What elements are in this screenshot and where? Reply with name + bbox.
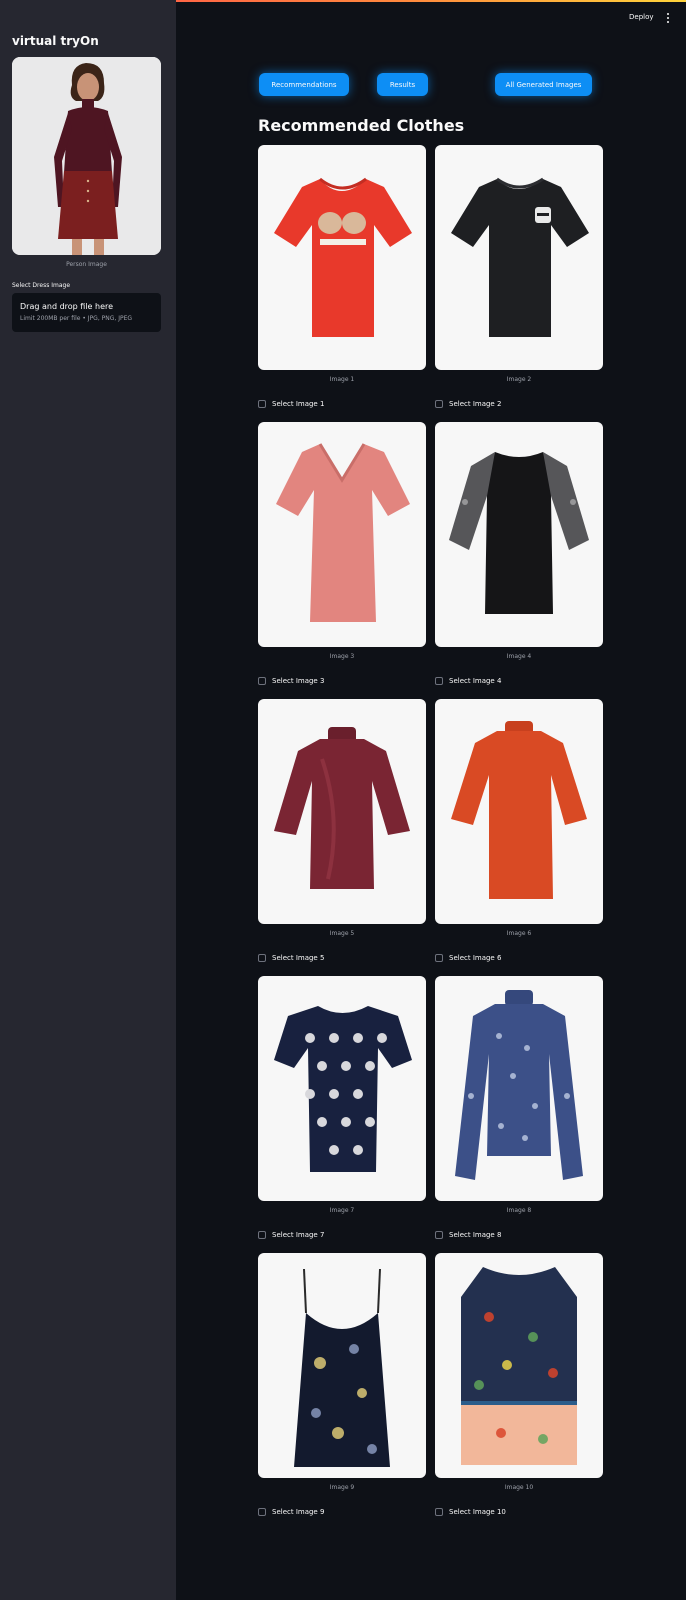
checkbox-box[interactable] [435, 677, 443, 685]
clothing-image-4 [435, 422, 603, 647]
image-caption-1: Image 1 [329, 376, 355, 383]
clothing-image-5 [258, 699, 426, 924]
all-generated-images-button[interactable]: All Generated Images [495, 73, 592, 96]
select-image-6-checkbox[interactable]: Select Image 6 [435, 954, 501, 962]
checkbox-label: Select Image 7 [272, 1231, 325, 1239]
checkbox-label: Select Image 2 [449, 400, 502, 408]
clothing-image-6 [435, 699, 603, 924]
image-caption-6: Image 6 [506, 930, 532, 937]
image-caption-8: Image 8 [506, 1207, 532, 1214]
app-title: virtual tryOn [12, 34, 99, 48]
checkbox-box[interactable] [258, 954, 266, 962]
checkbox-box[interactable] [258, 400, 266, 408]
image-caption-10: Image 10 [504, 1484, 534, 1491]
select-image-1-checkbox[interactable]: Select Image 1 [258, 400, 324, 408]
uploader-title: Drag and drop file here [20, 302, 114, 311]
image-caption-7: Image 7 [329, 1207, 355, 1214]
image-caption-4: Image 4 [506, 653, 532, 660]
checkbox-box[interactable] [258, 1508, 266, 1516]
select-image-2-checkbox[interactable]: Select Image 2 [435, 400, 501, 408]
checkbox-label: Select Image 6 [449, 954, 502, 962]
checkbox-box[interactable] [435, 1508, 443, 1516]
clothing-image-8 [435, 976, 603, 1201]
checkbox-box[interactable] [435, 954, 443, 962]
checkbox-box[interactable] [258, 677, 266, 685]
select-image-8-checkbox[interactable]: Select Image 8 [435, 1231, 501, 1239]
select-image-9-checkbox[interactable]: Select Image 9 [258, 1508, 324, 1516]
select-image-3-checkbox[interactable]: Select Image 3 [258, 677, 324, 685]
select-image-4-checkbox[interactable]: Select Image 4 [435, 677, 501, 685]
checkbox-box[interactable] [258, 1231, 266, 1239]
clothing-image-2 [435, 145, 603, 370]
checkbox-label: Select Image 1 [272, 400, 325, 408]
kebab-menu-icon[interactable] [665, 12, 671, 24]
select-image-7-checkbox[interactable]: Select Image 7 [258, 1231, 324, 1239]
uploader-limit: Limit 200MB per file • JPG, PNG, JPEG [20, 315, 133, 322]
image-caption-2: Image 2 [506, 376, 532, 383]
checkbox-label: Select Image 3 [272, 677, 325, 685]
select-image-5-checkbox[interactable]: Select Image 5 [258, 954, 324, 962]
file-uploader-dropzone[interactable]: Drag and drop file here Limit 200MB per … [12, 293, 161, 332]
clothing-image-3 [258, 422, 426, 647]
recommendations-button[interactable]: Recommendations [259, 73, 349, 96]
checkbox-label: Select Image 5 [272, 954, 325, 962]
checkbox-label: Select Image 4 [449, 677, 502, 685]
checkbox-label: Select Image 10 [449, 1508, 506, 1516]
image-caption-3: Image 3 [329, 653, 355, 660]
select-dress-label: Select Dress Image [12, 282, 71, 289]
checkbox-label: Select Image 8 [449, 1231, 502, 1239]
clothing-image-10 [435, 1253, 603, 1478]
person-image [12, 57, 161, 255]
checkbox-box[interactable] [435, 400, 443, 408]
clothing-image-7 [258, 976, 426, 1201]
clothing-image-9 [258, 1253, 426, 1478]
image-caption-9: Image 9 [329, 1484, 355, 1491]
sidebar: virtual tryOn Person Image Select Dress … [0, 0, 176, 1600]
checkbox-box[interactable] [435, 1231, 443, 1239]
person-image-caption: Person Image [66, 261, 107, 268]
results-button[interactable]: Results [377, 73, 428, 96]
image-caption-5: Image 5 [329, 930, 355, 937]
checkbox-label: Select Image 9 [272, 1508, 325, 1516]
clothing-image-1 [258, 145, 426, 370]
select-image-10-checkbox[interactable]: Select Image 10 [435, 1508, 506, 1516]
deploy-button[interactable]: Deploy [629, 13, 654, 21]
section-title: Recommended Clothes [258, 116, 465, 135]
